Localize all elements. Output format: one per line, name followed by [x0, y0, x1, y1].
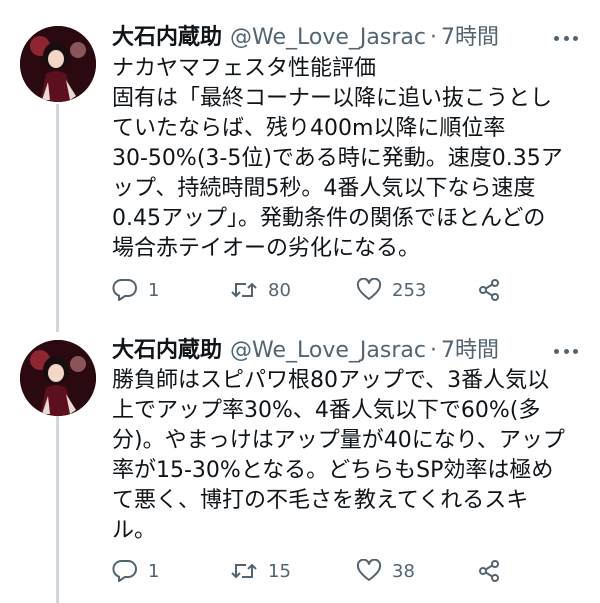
- retweet-button[interactable]: 80: [230, 275, 291, 305]
- tweet-text: 勝負師はスピパワ根80アップで、3番人気以 上でアップ率30%、4番人気以下で6…: [112, 366, 582, 546]
- retweet-icon: [231, 563, 257, 579]
- tweet-text-line: ル。: [112, 518, 157, 543]
- tweet-text-line: 30-50%(3-5位)である時に発動。速度0.35ア: [112, 146, 563, 171]
- tweet[interactable]: 大石内蔵助 @We_Love_Jasrac · 7時間 ナカヤマフェスタ性能評価…: [0, 0, 600, 330]
- share-icon: [479, 560, 499, 582]
- avatar-image: [20, 26, 96, 102]
- like-count: 38: [392, 560, 415, 582]
- more-button[interactable]: [554, 342, 578, 360]
- tweet-text-line: ナカヤマフェスタ性能評価: [112, 56, 377, 81]
- tweet-text-line: て悪く、博打の不毛さを教えてくれるスキ: [112, 488, 529, 513]
- avatar[interactable]: [20, 26, 96, 102]
- timestamp[interactable]: 7時間: [441, 23, 499, 53]
- timestamp[interactable]: 7時間: [441, 336, 499, 366]
- tweet[interactable]: 大石内蔵助 @We_Love_Jasrac · 7時間 勝負師はスピパワ根80ア…: [0, 330, 600, 603]
- avatar[interactable]: [20, 340, 96, 416]
- heart-icon: [356, 278, 382, 300]
- retweet-count: 15: [268, 560, 291, 582]
- tweet-actions: 1 80 253: [112, 275, 512, 305]
- retweet-icon: [231, 282, 257, 298]
- tweet-text-line: 固有は「最終コーナー以降に追い抜こうとし: [112, 86, 553, 111]
- display-name[interactable]: 大石内蔵助: [112, 336, 222, 366]
- tweet-text-line: 分)。やまっけはアップ量が40になり、アップ: [112, 428, 565, 453]
- tweet-text-line: ていたならば、残り400m以降に順位率: [112, 116, 506, 141]
- tweet-actions: 1 15 38: [112, 556, 512, 586]
- reply-icon: [112, 279, 137, 301]
- tweet-text-line: 場合赤テイオーの劣化になる。: [112, 236, 421, 261]
- tweet-header: 大石内蔵助 @We_Love_Jasrac · 7時間: [112, 336, 499, 366]
- avatar-image: [20, 340, 96, 416]
- display-name[interactable]: 大石内蔵助: [112, 23, 222, 53]
- more-dots-icon: [554, 348, 559, 354]
- heart-icon: [356, 559, 382, 581]
- reply-count: 1: [148, 560, 160, 582]
- reply-button[interactable]: 1: [112, 275, 159, 305]
- reply-button[interactable]: 1: [112, 556, 159, 586]
- reply-count: 1: [148, 279, 160, 301]
- tweet-text-line: 率が15-30%となる。どちらもSP効率は極め: [112, 458, 554, 483]
- more-dots-icon: [554, 35, 559, 41]
- tweet-text-line: 勝負師はスピパワ根80アップで、3番人気以: [112, 368, 550, 393]
- retweet-button[interactable]: 15: [230, 556, 291, 586]
- reply-icon: [112, 560, 137, 582]
- retweet-count: 80: [268, 279, 291, 301]
- tweet-text: ナカヤマフェスタ性能評価 固有は「最終コーナー以降に追い抜こうとし ていたならば…: [112, 54, 582, 264]
- tweet-text-line: 0.45アップ」。発動条件の関係でほとんどの: [112, 206, 546, 231]
- more-button[interactable]: [554, 29, 578, 47]
- tweet-text-line: 上でアップ率30%、4番人気以下で60%(多: [112, 398, 541, 423]
- tweet-header: 大石内蔵助 @We_Love_Jasrac · 7時間: [112, 23, 499, 53]
- like-count: 253: [392, 279, 427, 301]
- share-button[interactable]: [477, 275, 501, 305]
- user-handle[interactable]: @We_Love_Jasrac: [230, 23, 426, 53]
- tweet-text-line: ップ、持続時間5秒。4番人気以下なら速度: [112, 176, 536, 201]
- like-button[interactable]: 253: [356, 275, 426, 305]
- share-icon: [479, 279, 499, 301]
- like-button[interactable]: 38: [356, 556, 415, 586]
- user-handle[interactable]: @We_Love_Jasrac: [230, 336, 426, 366]
- separator-dot: ·: [429, 338, 437, 363]
- share-button[interactable]: [477, 556, 501, 586]
- separator-dot: ·: [429, 25, 437, 50]
